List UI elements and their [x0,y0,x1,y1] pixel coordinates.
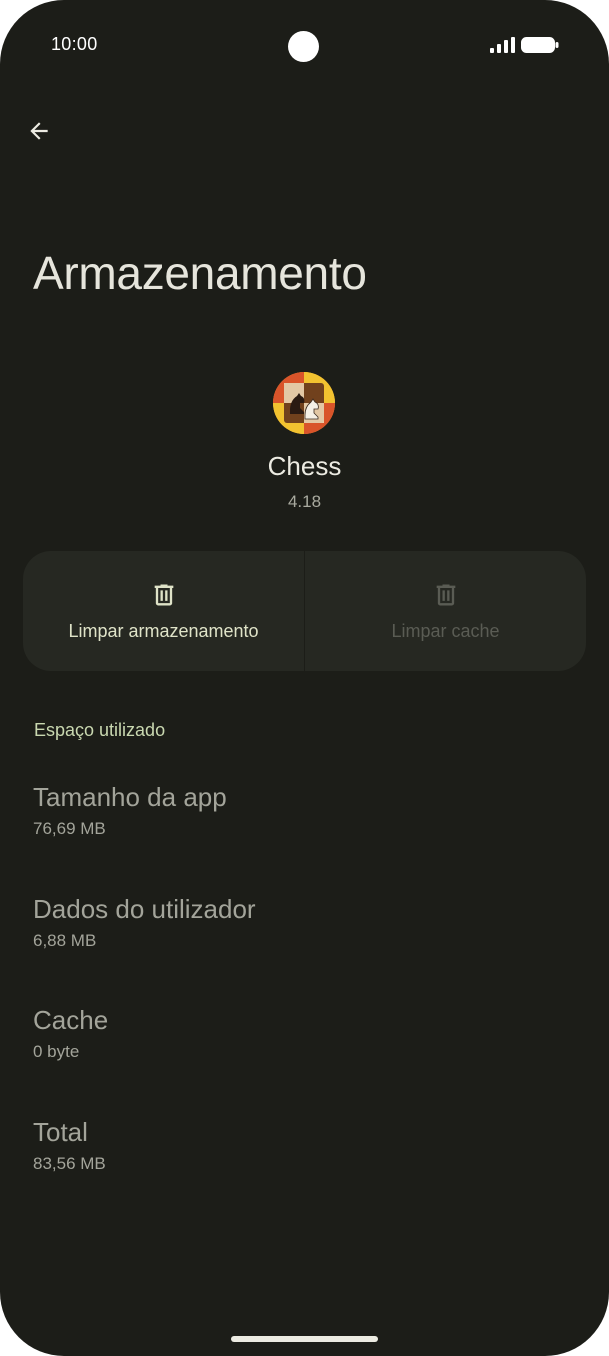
clear-cache-label: Limpar cache [391,621,500,641]
phone-screen: 10:00 Armazenamento Chess 4.18 Limpar ar… [0,0,609,1356]
storage-item-user-data: Dados do utilizador 6,88 MB [33,894,256,951]
storage-item-value: 76,69 MB [33,819,106,838]
storage-item-label: Dados do utilizador [33,894,256,924]
storage-item-value: 83,56 MB [33,1154,106,1173]
section-header-used-space: Espaço utilizado [34,720,166,740]
app-name: Chess [267,451,342,481]
storage-item-app-size: Tamanho da app 76,69 MB [33,782,227,839]
signal-icon [490,37,515,53]
storage-item-total: Total 83,56 MB [33,1117,106,1174]
storage-item-value: 0 byte [33,1042,80,1061]
storage-actions: Limpar armazenamento Limpar cache [23,551,586,671]
arrow-back-icon [30,122,48,140]
battery-icon [521,37,559,53]
trash-icon [154,584,173,606]
trash-icon [436,584,455,606]
clear-storage-button[interactable]: Limpar armazenamento [23,551,305,671]
storage-item-value: 6,88 MB [33,931,97,950]
back-button[interactable] [18,110,60,152]
chess-app-icon [273,372,335,434]
storage-item-label: Tamanho da app [33,782,227,812]
storage-item-cache: Cache 0 byte [33,1005,108,1062]
storage-item-label: Total [33,1117,88,1147]
clear-cache-button[interactable]: Limpar cache [305,551,586,671]
status-time: 10:00 [51,34,98,54]
storage-item-label: Cache [33,1005,109,1035]
app-version: 4.18 [287,492,322,511]
home-indicator[interactable] [231,1336,378,1342]
front-camera [288,31,319,62]
page-title: Armazenamento [33,247,367,299]
clear-storage-label: Limpar armazenamento [68,621,259,641]
